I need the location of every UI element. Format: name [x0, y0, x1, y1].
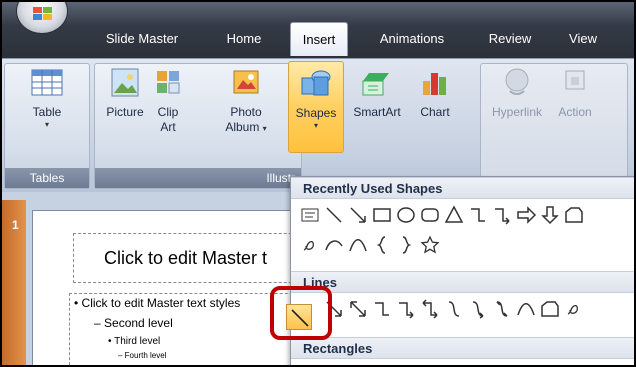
hyperlink-icon — [500, 67, 534, 99]
ribbon-tab-bar: Slide Master Home Insert Animations Revi… — [2, 2, 634, 60]
right-arrow-shape-icon[interactable] — [515, 204, 537, 226]
picture-icon — [108, 67, 142, 99]
ribbon: Tables Illustr Table ▾ Picture Clip Art … — [2, 58, 634, 192]
tab-slide-master[interactable]: Slide Master — [92, 22, 192, 56]
curve-shape-icon[interactable] — [347, 234, 369, 256]
table-icon — [30, 67, 64, 99]
shapes-button[interactable]: Shapes ▾ — [288, 61, 344, 153]
shapes-label: Shapes — [295, 106, 337, 120]
clipart-label-line1: Clip — [157, 105, 179, 119]
tab-insert[interactable]: Insert — [290, 22, 348, 56]
scribble-shape-icon[interactable] — [563, 298, 585, 320]
elbow-double-arrow-connector-shape-icon[interactable] — [419, 298, 441, 320]
right-brace-shape-icon[interactable] — [395, 234, 417, 256]
photo-album-label-line2: Album ▾ — [225, 120, 267, 134]
picture-button[interactable]: Picture — [100, 67, 150, 120]
rectangle-shape-icon[interactable] — [371, 204, 393, 226]
chart-label: Chart — [420, 105, 450, 119]
hyperlink-button[interactable]: Hyperlink — [486, 67, 548, 120]
office-button[interactable] — [16, 2, 68, 34]
hyperlink-label: Hyperlink — [491, 105, 542, 119]
freeform-scribble-shape-icon[interactable] — [299, 234, 321, 256]
arc-shape-icon[interactable] — [323, 234, 345, 256]
rounded-rectangle-shape-icon[interactable] — [419, 204, 441, 226]
office-logo-icon — [33, 7, 53, 21]
body-level4: – Fourth level — [118, 351, 167, 360]
double-arrow-line-shape-icon[interactable] — [347, 298, 369, 320]
line-shape-highlight-callout — [270, 286, 332, 340]
curve-shape-icon[interactable] — [515, 298, 537, 320]
table-button[interactable]: Table ▾ — [22, 67, 72, 130]
tab-view[interactable]: View — [558, 22, 608, 56]
down-arrow-shape-icon[interactable] — [539, 204, 561, 226]
body-level3: • Third level — [108, 336, 161, 347]
arrow-line-shape-icon[interactable] — [347, 204, 369, 226]
action-button[interactable]: Action — [550, 67, 600, 120]
chart-button[interactable]: Chart — [412, 67, 458, 120]
action-label: Action — [558, 105, 592, 119]
curved-arrow-connector-shape-icon[interactable] — [467, 298, 489, 320]
photo-album-button[interactable]: Photo Album ▾ — [216, 67, 276, 135]
line-shape-icon[interactable] — [323, 204, 345, 226]
table-label: Table — [32, 105, 62, 119]
lines-row — [291, 295, 634, 323]
clipart-button[interactable]: Clip Art — [150, 67, 186, 135]
smartart-button[interactable]: SmartArt — [346, 67, 408, 120]
shapes-icon — [299, 68, 333, 100]
powerpoint-window: Slide Master Home Insert Animations Revi… — [0, 0, 636, 367]
star-shape-icon[interactable] — [419, 234, 441, 256]
action-icon — [558, 67, 592, 99]
gallery-section-lines: Lines — [291, 271, 634, 293]
recent-shapes-row-2 — [291, 231, 634, 259]
elbow-connector-shape-icon[interactable] — [467, 204, 489, 226]
freeform-shape-icon[interactable] — [539, 298, 561, 320]
group-title-illustrations: Illustr — [95, 168, 301, 188]
shapes-gallery: Recently Used Shapes Lines Rectangles — [290, 176, 634, 365]
slide-number: 1 — [12, 218, 19, 232]
oval-shape-icon[interactable] — [395, 204, 417, 226]
group-title-tables: Tables — [5, 168, 89, 188]
photo-album-dropdown-icon: ▾ — [262, 124, 267, 133]
picture-label: Picture — [106, 105, 144, 119]
recent-shapes-row-1 — [291, 201, 634, 229]
triangle-shape-icon[interactable] — [443, 204, 465, 226]
curved-double-arrow-connector-shape-icon[interactable] — [491, 298, 513, 320]
elbow-arrow-connector-shape-icon[interactable] — [395, 298, 417, 320]
gallery-section-rectangles: Rectangles — [291, 337, 634, 359]
tab-animations[interactable]: Animations — [364, 22, 460, 56]
body-level1: • Click to edit Master text styles — [74, 296, 241, 310]
photo-album-icon — [229, 67, 263, 99]
tab-review[interactable]: Review — [480, 22, 540, 56]
smartart-icon — [360, 67, 394, 99]
elbow-connector-shape-icon[interactable] — [371, 298, 393, 320]
body-level2: – Second level — [94, 316, 173, 330]
table-dropdown-icon: ▾ — [44, 120, 49, 129]
shapes-dropdown-icon: ▾ — [313, 121, 318, 130]
textbox-shape-icon[interactable] — [299, 204, 321, 226]
clipart-label-line2: Art — [160, 120, 176, 134]
elbow-arrow-connector-shape-icon[interactable] — [491, 204, 513, 226]
title-placeholder-text: Click to edit Master t — [104, 248, 268, 268]
chart-icon — [418, 67, 452, 99]
smartart-label: SmartArt — [353, 105, 401, 119]
left-brace-shape-icon[interactable] — [371, 234, 393, 256]
clipart-icon — [154, 67, 182, 99]
photo-album-label-line1: Photo — [230, 105, 262, 119]
curved-connector-shape-icon[interactable] — [443, 298, 465, 320]
gallery-section-recent: Recently Used Shapes — [291, 177, 634, 199]
snip-rectangle-shape-icon[interactable] — [563, 204, 585, 226]
tab-home[interactable]: Home — [216, 22, 272, 56]
